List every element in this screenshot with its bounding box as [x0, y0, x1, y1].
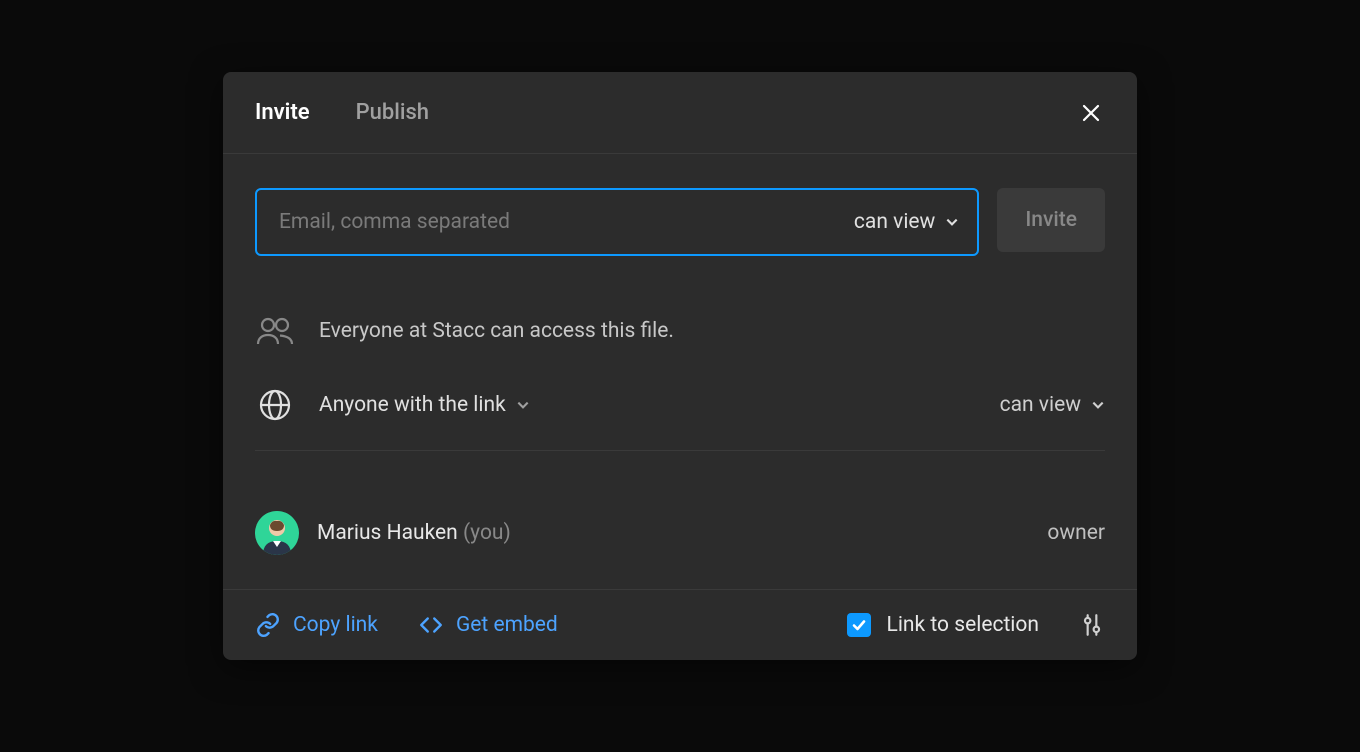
- invite-row: can view Invite: [255, 188, 1105, 256]
- user-name: Marius Hauken (you): [317, 521, 1029, 545]
- get-embed-label: Get embed: [456, 613, 558, 637]
- invite-section: can view Invite: [223, 154, 1137, 276]
- people-icon: [255, 314, 295, 348]
- user-row: Marius Hauken (you) owner: [223, 481, 1137, 589]
- user-role: owner: [1047, 521, 1105, 545]
- access-link-label: Anyone with the link: [319, 393, 506, 417]
- access-link-dropdown[interactable]: Anyone with the link: [319, 393, 976, 417]
- access-list: Everyone at Stacc can access this file. …: [223, 276, 1137, 481]
- divider: [255, 450, 1105, 451]
- user-you-text: (you): [463, 521, 511, 545]
- email-input[interactable]: [279, 210, 854, 234]
- email-input-wrapper: can view: [255, 188, 979, 256]
- chevron-down-icon: [945, 215, 959, 229]
- access-org-row: Everyone at Stacc can access this file.: [255, 294, 1105, 368]
- chevron-down-icon: [516, 398, 530, 412]
- check-icon: [851, 617, 867, 633]
- access-org-label: Everyone at Stacc can access this file.: [319, 319, 1105, 343]
- close-icon: [1079, 101, 1103, 125]
- link-permission-dropdown[interactable]: can view: [1000, 393, 1105, 417]
- close-button[interactable]: [1077, 99, 1105, 127]
- checkbox-checked: [847, 613, 871, 637]
- tab-publish[interactable]: Publish: [356, 100, 429, 125]
- invite-button[interactable]: Invite: [997, 188, 1105, 252]
- copy-link-label: Copy link: [293, 613, 378, 637]
- permission-dropdown[interactable]: can view: [854, 210, 959, 234]
- permission-label: can view: [854, 210, 935, 234]
- dialog-header: Invite Publish: [223, 72, 1137, 154]
- get-embed-button[interactable]: Get embed: [418, 612, 558, 638]
- user-name-text: Marius Hauken: [317, 521, 458, 545]
- access-link-row: Anyone with the link can view: [255, 368, 1105, 442]
- chevron-down-icon: [1091, 398, 1105, 412]
- globe-icon: [255, 388, 295, 422]
- settings-button[interactable]: [1079, 612, 1105, 638]
- link-icon: [255, 612, 281, 638]
- link-to-selection-label: Link to selection: [887, 613, 1039, 637]
- link-permission-label: can view: [1000, 393, 1081, 417]
- tab-list: Invite Publish: [255, 100, 429, 125]
- code-icon: [418, 612, 444, 638]
- tab-invite[interactable]: Invite: [255, 100, 310, 125]
- share-dialog: Invite Publish can view Invite: [223, 72, 1137, 660]
- sliders-icon: [1079, 612, 1105, 638]
- dialog-footer: Copy link Get embed Link to selection: [223, 589, 1137, 660]
- copy-link-button[interactable]: Copy link: [255, 612, 378, 638]
- link-to-selection-toggle[interactable]: Link to selection: [847, 613, 1039, 637]
- avatar: [255, 511, 299, 555]
